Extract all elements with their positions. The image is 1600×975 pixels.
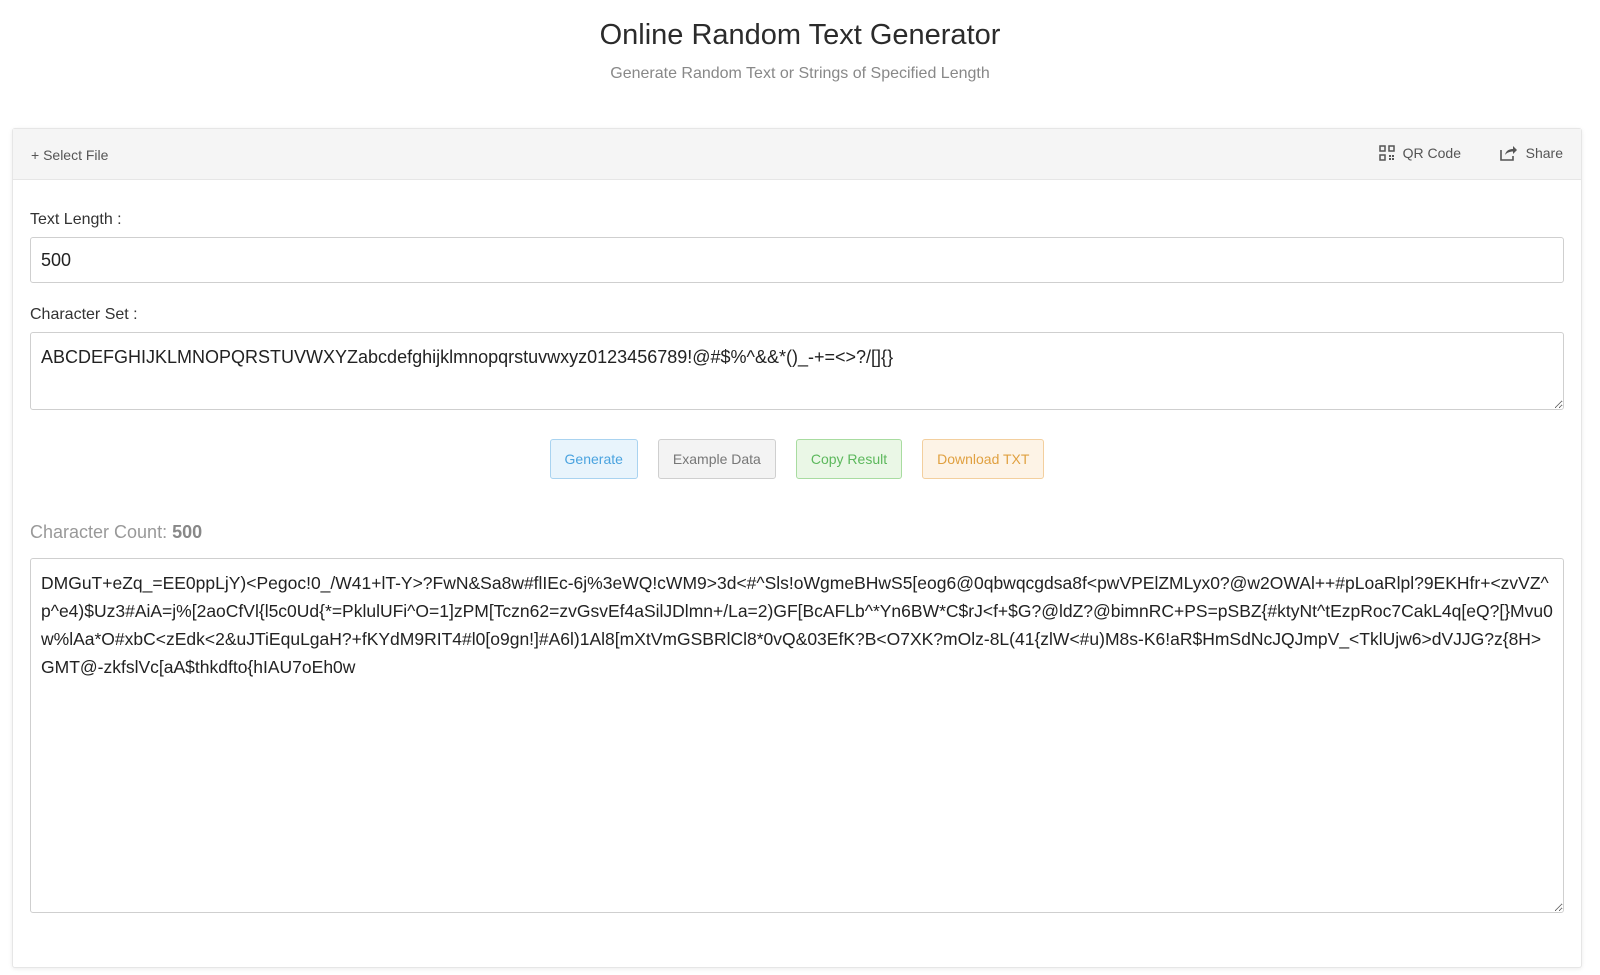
select-file-button[interactable]: + Select File: [31, 147, 108, 163]
page-subtitle: Generate Random Text or Strings of Speci…: [610, 65, 990, 82]
share-button[interactable]: Share: [1499, 145, 1563, 161]
character-count-value: 500: [172, 522, 203, 542]
character-set-input[interactable]: ABCDEFGHIJKLMNOPQRSTUVWXYZabcdefghijklmn…: [30, 332, 1564, 410]
page-header: Online Random Text Generator Generate Ra…: [0, 0, 1600, 110]
text-length-input[interactable]: [30, 237, 1564, 283]
generate-button[interactable]: Generate: [549, 439, 638, 479]
text-length-label: Text Length :: [30, 211, 122, 228]
character-count-label: Character Count:: [30, 522, 168, 542]
qr-code-button[interactable]: QR Code: [1378, 145, 1461, 161]
generator-form: Text Length : Character Set : ABCDEFGHIJ…: [13, 180, 1581, 918]
action-buttons: Generate Example Data Copy Result Downlo…: [30, 439, 1564, 479]
character-count: Character Count: 500: [30, 521, 1564, 543]
share-label: Share: [1525, 145, 1563, 161]
qr-code-label: QR Code: [1402, 145, 1461, 161]
example-data-button[interactable]: Example Data: [657, 439, 776, 479]
copy-result-button[interactable]: Copy Result: [795, 439, 903, 479]
character-set-label: Character Set :: [30, 306, 138, 323]
download-txt-button[interactable]: Download TXT: [922, 439, 1045, 479]
toolbar: + Select File QR Code Share: [13, 129, 1581, 180]
qr-code-icon: [1378, 145, 1395, 161]
result-output[interactable]: DMGuT+eZq_=EE0ppLjY)<Pegoc!0_/W41+lT-Y>?…: [30, 558, 1564, 913]
generator-panel: + Select File QR Code Share Text Length …: [12, 128, 1582, 968]
page-title: Online Random Text Generator: [599, 19, 1001, 51]
share-icon: [1499, 145, 1518, 161]
